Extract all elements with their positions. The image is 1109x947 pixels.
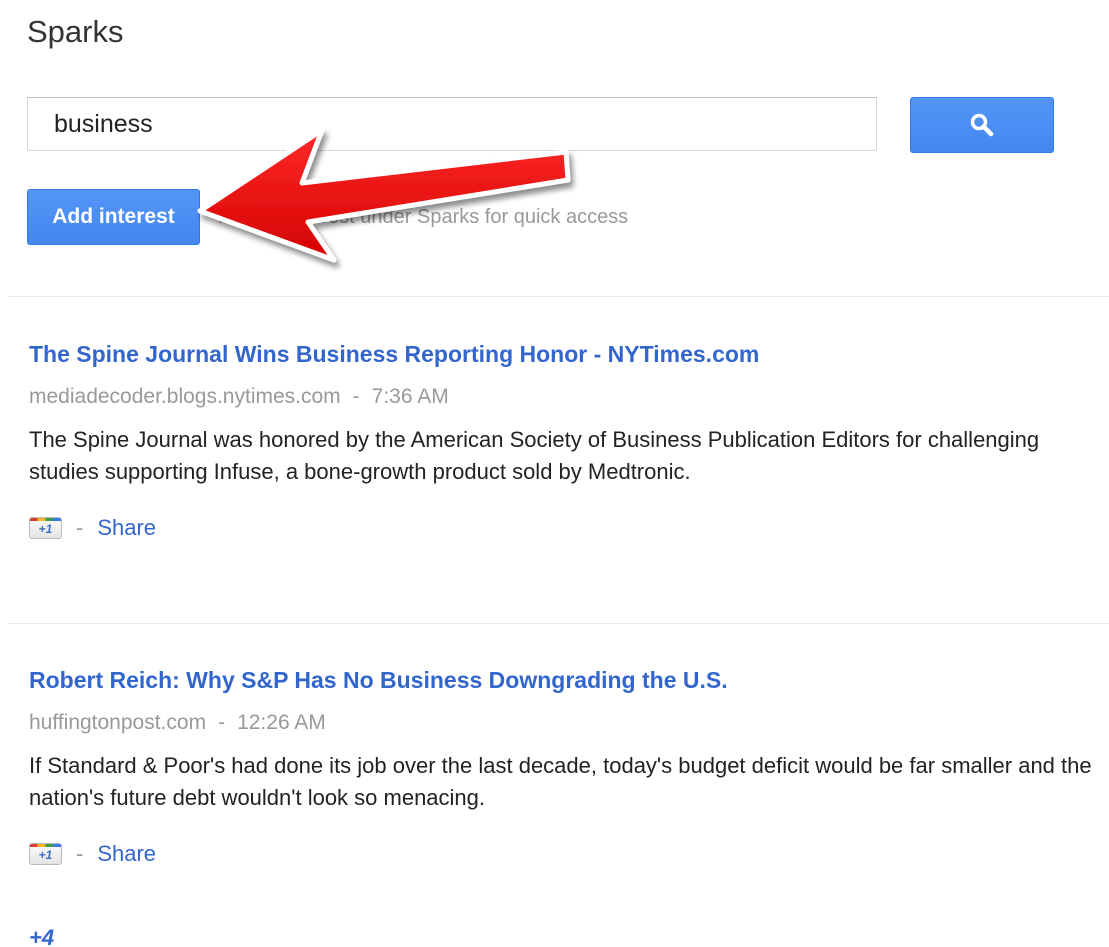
more-plus-count-link[interactable]: +4 xyxy=(29,925,54,947)
plus-one-label: +1 xyxy=(38,522,53,536)
article-actions: +1 - Share xyxy=(29,513,1104,543)
share-link[interactable]: Share xyxy=(97,841,156,867)
article-time: 12:26 AM xyxy=(237,711,326,734)
page-title: Sparks xyxy=(27,14,124,49)
meta-separator: - xyxy=(218,711,226,734)
article-snippet: If Standard & Poor's had done its job ov… xyxy=(29,753,1092,810)
article-meta: mediadecoder.blogs.nytimes.com -7:36 AM xyxy=(29,384,1104,410)
divider xyxy=(8,623,1109,624)
search-button[interactable] xyxy=(910,97,1054,153)
meta-separator: - xyxy=(352,385,360,408)
plus-one-button[interactable]: +1 xyxy=(29,517,62,539)
action-separator: - xyxy=(76,515,84,540)
article-meta: huffingtonpost.com -12:26 AM xyxy=(29,710,1104,736)
add-interest-button[interactable]: Add interest xyxy=(27,189,200,245)
article-item: Robert Reich: Why S&P Has No Business Do… xyxy=(29,666,1104,869)
article-title-link[interactable]: The Spine Journal Wins Business Reportin… xyxy=(29,340,1104,368)
plus-one-label: +1 xyxy=(38,848,53,862)
article-snippet: The Spine Journal was honored by the Ame… xyxy=(29,427,1040,484)
article-actions: +1 - Share xyxy=(29,839,1104,869)
article-source: huffingtonpost.com xyxy=(29,711,207,734)
action-separator: - xyxy=(76,841,84,866)
article-time: 7:36 AM xyxy=(371,385,449,408)
sparks-page: Sparks Add interest Pin this interest un… xyxy=(0,0,1109,947)
plus-one-stripe xyxy=(30,844,61,847)
plus-one-stripe xyxy=(30,518,61,521)
article-source: mediadecoder.blogs.nytimes.com xyxy=(29,385,341,408)
plus-one-button[interactable]: +1 xyxy=(29,843,62,865)
annotation-arrow xyxy=(197,127,571,263)
article-item: The Spine Journal Wins Business Reportin… xyxy=(29,340,1104,543)
share-link[interactable]: Share xyxy=(97,515,156,541)
search-icon xyxy=(970,113,994,137)
article-title-link[interactable]: Robert Reich: Why S&P Has No Business Do… xyxy=(29,666,1104,694)
divider xyxy=(8,296,1109,297)
